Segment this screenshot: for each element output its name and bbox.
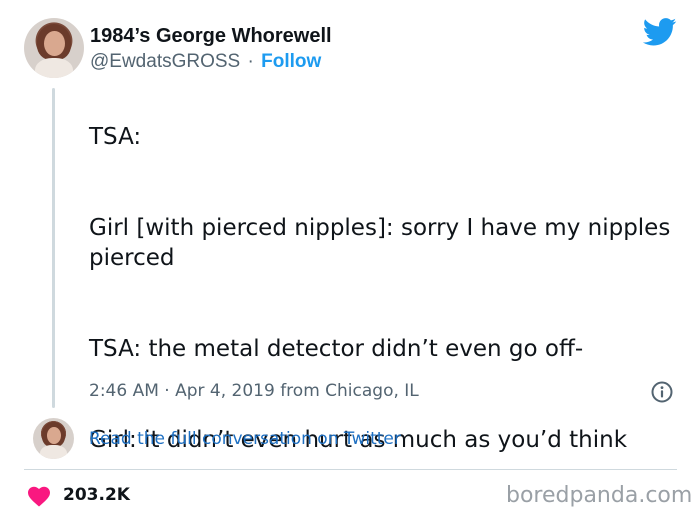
handle-separator: · (247, 51, 254, 72)
heart-icon[interactable] (27, 485, 51, 507)
watermark: boredpanda.com (506, 483, 693, 508)
info-icon[interactable] (651, 381, 673, 403)
tweet-card: 1984’s George Whorewell @EwdatsGROSS · F… (0, 0, 700, 522)
follow-button[interactable]: Follow (261, 51, 321, 72)
read-conversation-link[interactable]: Read the full conversation on Twitter (89, 427, 401, 451)
divider (24, 469, 677, 470)
tweet-paragraph: Girl [with pierced nipples]: sorry I hav… (89, 215, 671, 271)
author-display-name[interactable]: 1984’s George Whorewell (90, 24, 332, 48)
author-handle[interactable]: @EwdatsGROSS (90, 51, 240, 72)
tweet-timestamp[interactable]: 2:46 AM · Apr 4, 2019 from Chicago, IL (89, 379, 419, 403)
tweet-paragraph: TSA: (89, 124, 142, 150)
thread-line (52, 88, 55, 408)
twitter-bird-icon[interactable] (643, 18, 677, 46)
like-count[interactable]: 203.2K (63, 483, 130, 507)
tweet-paragraph: TSA: the metal detector didn’t even go o… (89, 336, 584, 362)
author-avatar[interactable] (24, 18, 84, 78)
reply-avatar[interactable] (33, 418, 74, 459)
author-handle-row: @EwdatsGROSS · Follow (90, 50, 321, 74)
